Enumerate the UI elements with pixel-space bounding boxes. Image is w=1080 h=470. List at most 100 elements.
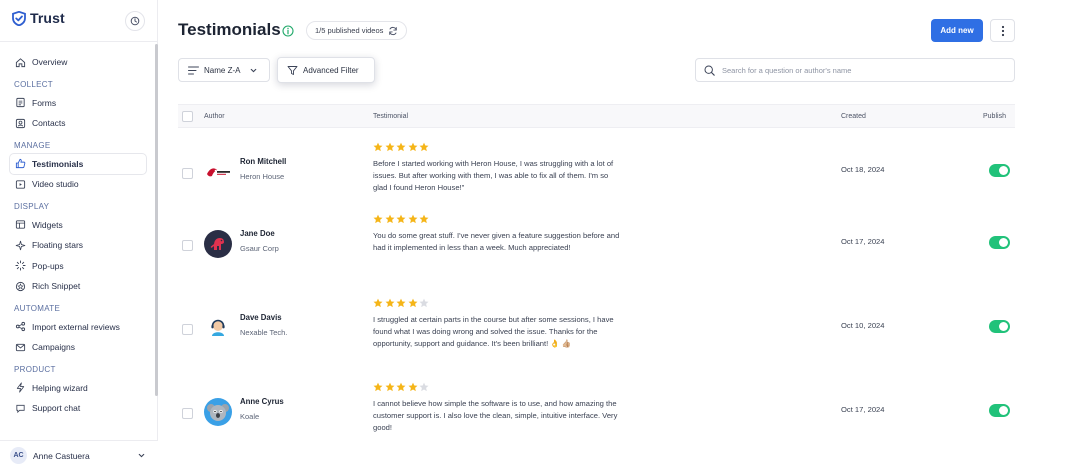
star-filled-icon — [419, 214, 429, 224]
star-empty-icon — [419, 298, 429, 308]
star-filled-icon — [373, 382, 383, 392]
avatar — [204, 158, 232, 186]
table-row[interactable]: Dave Davis Nexable Tech. I struggled at … — [178, 286, 1015, 370]
sidebar-item-label: Helping wizard — [32, 382, 88, 393]
star-rating — [373, 142, 429, 152]
star-filled-icon — [396, 382, 406, 392]
avatar — [204, 230, 232, 258]
widgets-icon — [15, 220, 26, 229]
search-field[interactable] — [695, 58, 1015, 82]
user-menu[interactable]: AC Anne Castuera — [0, 440, 158, 470]
thumbs-up-icon — [15, 159, 26, 169]
contacts-icon — [15, 118, 26, 128]
sidebar-divider — [0, 41, 158, 42]
sidebar-item-label: Overview — [32, 57, 68, 68]
star-rating — [373, 298, 429, 308]
sidebar-item-campaigns[interactable]: Campaigns — [0, 337, 146, 358]
publish-toggle[interactable] — [989, 236, 1010, 249]
sidebar-item-forms[interactable]: Forms — [0, 93, 146, 114]
row-checkbox[interactable] — [182, 324, 193, 335]
row-checkbox[interactable] — [182, 168, 193, 179]
info-icon[interactable] — [282, 25, 294, 37]
table-row[interactable]: Jane Doe Gsaur Corp You do some great st… — [178, 202, 1015, 286]
forms-icon — [16, 98, 25, 108]
filter-icon — [287, 65, 298, 75]
advanced-filter-button[interactable]: Advanced Filter — [277, 57, 375, 83]
avatar — [204, 398, 232, 426]
sidebar-item-label: Video studio — [32, 179, 79, 190]
star-filled-icon — [385, 142, 394, 152]
star-filled-icon — [385, 298, 394, 308]
chevron-down-icon — [251, 68, 257, 72]
sort-lines-icon — [188, 66, 199, 74]
sort-label: Name Z-A — [204, 65, 241, 75]
sidebar-item-rich-snippet[interactable]: Rich Snippet — [0, 276, 146, 297]
sidebar-item-testimonials[interactable]: Testimonials — [10, 153, 146, 174]
publish-toggle[interactable] — [989, 164, 1010, 177]
sidebar-item-label: Import external reviews — [32, 321, 120, 332]
avatar — [204, 314, 232, 342]
search-input[interactable] — [722, 65, 1002, 75]
star-filled-icon — [408, 142, 417, 152]
sidebar-item-label: Widgets — [32, 219, 63, 230]
sidebar-item-contacts[interactable]: Contacts — [0, 113, 146, 134]
column-publish[interactable]: Publish — [983, 113, 1006, 120]
star-filled-icon — [408, 382, 417, 392]
sidebar-item-support-chat[interactable]: Support chat — [0, 398, 146, 419]
sidebar-item-floating-stars[interactable]: Floating stars — [0, 235, 146, 256]
sidebar-item-label: Rich Snippet — [32, 281, 81, 292]
sort-dropdown[interactable]: Name Z-A — [178, 58, 270, 82]
row-checkbox[interactable] — [182, 240, 193, 251]
column-created[interactable]: Created — [841, 113, 866, 120]
author-company: Nexable Tech. — [240, 328, 288, 337]
published-videos-label: 1/5 published videos — [315, 26, 384, 35]
created-date: Oct 17, 2024 — [841, 237, 885, 246]
clock-icon — [130, 16, 140, 26]
published-videos-badge[interactable]: 1/5 published videos — [306, 21, 408, 40]
table-row[interactable]: Anne Cyrus Koale I cannot believe how si… — [178, 370, 1015, 454]
history-button[interactable] — [125, 11, 145, 31]
testimonial-text: You do some great stuff. I've never give… — [373, 231, 620, 252]
sidebar-item-video-studio[interactable]: Video studio — [0, 174, 146, 195]
author-name: Ron Mitchell — [240, 157, 287, 166]
sidebar-section-collect: COLLECT — [14, 79, 53, 89]
dinosaur-logo-icon — [210, 238, 224, 250]
sidebar-item-label: Forms — [32, 97, 57, 108]
column-author[interactable]: Author — [204, 113, 225, 120]
sidebar-nav: Overview COLLECT Forms Contacts MANAGE T… — [0, 52, 158, 419]
sidebar-section-manage: MANAGE — [14, 140, 51, 150]
star-empty-icon — [419, 382, 429, 392]
author-company: Koale — [240, 412, 260, 421]
sidebar: Trust Overview COLLECT Forms Contacts MA… — [0, 0, 158, 470]
star-filled-icon — [396, 142, 406, 152]
column-testimonial[interactable]: Testimonial — [373, 113, 408, 120]
sidebar-item-widgets[interactable]: Widgets — [0, 215, 146, 236]
sidebar-item-overview[interactable]: Overview — [0, 52, 146, 73]
sidebar-item-label: Floating stars — [32, 240, 84, 251]
testimonial-text: I struggled at certain parts in the cour… — [373, 315, 614, 348]
sidebar-item-import-reviews[interactable]: Import external reviews — [0, 317, 146, 338]
sparkle-icon — [15, 240, 26, 250]
user-name: Anne Castuera — [33, 450, 90, 461]
select-all-checkbox[interactable] — [182, 111, 193, 122]
created-date: Oct 18, 2024 — [841, 165, 885, 174]
brand-logo[interactable]: Trust — [12, 10, 65, 26]
sidebar-section-automate: AUTOMATE — [14, 303, 61, 313]
heron-house-logo-icon — [207, 168, 230, 177]
author-name: Jane Doe — [240, 229, 275, 238]
author-name: Dave Davis — [240, 313, 282, 322]
support-agent-avatar-icon — [205, 315, 231, 341]
sidebar-section-product: PRODUCT — [14, 364, 56, 374]
more-options-button[interactable] — [990, 19, 1015, 42]
publish-toggle[interactable] — [989, 404, 1010, 417]
sidebar-item-helping-wizard[interactable]: Helping wizard — [0, 378, 146, 399]
add-new-button[interactable]: Add new — [931, 19, 983, 42]
sidebar-item-label: Testimonials — [32, 158, 84, 169]
publish-toggle[interactable] — [989, 320, 1010, 333]
mail-icon — [15, 343, 26, 351]
sidebar-item-pop-ups[interactable]: Pop-ups — [0, 256, 146, 277]
row-checkbox[interactable] — [182, 408, 193, 419]
testimonial-text: I cannot believe how simple the software… — [373, 399, 618, 432]
star-rating — [373, 214, 429, 224]
advanced-filter-label: Advanced Filter — [303, 65, 359, 75]
